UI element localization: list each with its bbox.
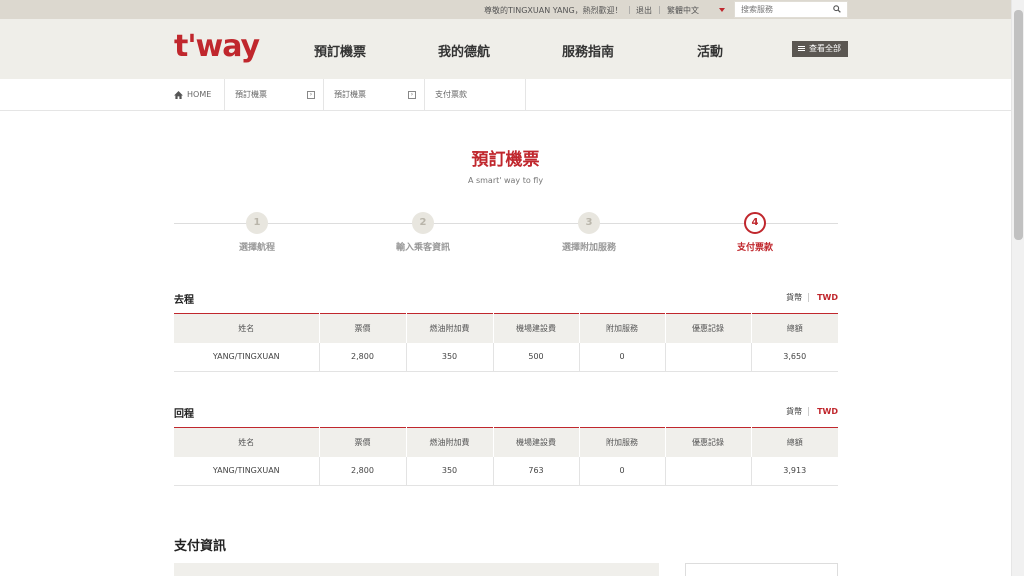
nav-service-guide[interactable]: 服務指南 <box>562 41 614 60</box>
view-all-button[interactable]: 查看全部 <box>792 41 848 57</box>
currency-display: 貨幣 TWD <box>786 406 838 417</box>
cell-name: YANG/TINGXUAN <box>174 456 320 486</box>
currency-display: 貨幣 TWD <box>786 292 838 303</box>
breadcrumb-item[interactable]: 預訂機票 › <box>324 79 425 110</box>
step-label: 選擇航程 <box>238 243 275 253</box>
cell-name: YANG/TINGXUAN <box>174 342 320 372</box>
cell-discount <box>665 456 752 486</box>
breadcrumb-label: 支付票款 <box>435 90 467 99</box>
step-4-active: 4 支付票款 <box>695 212 815 253</box>
return-header: 回程 貨幣 TWD <box>174 405 838 420</box>
currency-code: TWD <box>808 407 838 416</box>
breadcrumb-item-current: 支付票款 <box>425 79 526 110</box>
nav-booking[interactable]: 預訂機票 <box>314 41 366 60</box>
col-total: 總額 <box>751 313 838 343</box>
cell-fuel: 350 <box>406 342 494 372</box>
booking-steps: 1 選擇航程 2 輸入乘客資訊 3 選擇附加服務 4 支付票款 <box>174 212 838 262</box>
search-box <box>734 1 848 18</box>
page-title: 預訂機票 <box>471 150 540 170</box>
page-scrollbar[interactable] <box>1011 0 1024 576</box>
search-icon[interactable] <box>833 5 841 13</box>
return-fare-table: 姓名 票價 燃油附加費 機場建設費 附加服務 優惠記錄 總額 YANG/TING… <box>174 427 838 486</box>
breadcrumb-label: 預訂機票 <box>334 90 366 99</box>
step-label: 支付票款 <box>736 243 773 253</box>
cell-discount <box>665 342 752 372</box>
col-name: 姓名 <box>174 427 320 457</box>
step-number: 3 <box>578 212 600 234</box>
col-discount: 優惠記錄 <box>665 427 752 457</box>
step-label: 選擇附加服務 <box>561 243 616 253</box>
logout-link[interactable]: 退出 <box>636 5 652 16</box>
breadcrumb-label: 預訂機票 <box>235 90 267 99</box>
cell-fare: 2,800 <box>319 456 407 486</box>
cell-fuel: 350 <box>406 456 494 486</box>
step-3: 3 選擇附加服務 <box>529 212 649 253</box>
col-name: 姓名 <box>174 313 320 343</box>
caret-down-icon[interactable] <box>719 8 725 12</box>
step-1: 1 選擇航程 <box>197 212 317 253</box>
col-airport-tax: 機場建設費 <box>493 313 580 343</box>
col-fare: 票價 <box>319 313 407 343</box>
col-fuel: 燃油附加費 <box>406 313 494 343</box>
cell-fare: 2,800 <box>319 342 407 372</box>
language-select[interactable]: 繁體中文 <box>667 5 699 16</box>
menu-icon <box>798 45 805 52</box>
currency-label: 貨幣 <box>786 293 803 302</box>
table-header-row: 姓名 票價 燃油附加費 機場建設費 附加服務 優惠記錄 總額 <box>174 313 838 343</box>
page: 尊敬的TINGXUAN YANG，熱烈歡迎！ | 退出 | 繁體中文 t'way… <box>0 0 1024 576</box>
nav-events[interactable]: 活動 <box>697 41 723 60</box>
tway-logo[interactable]: t'way <box>174 29 260 64</box>
top-utility-bar: 尊敬的TINGXUAN YANG，熱烈歡迎！ | 退出 | 繁體中文 <box>0 0 1011 19</box>
cell-airport-tax: 763 <box>493 456 580 486</box>
cell-airport-tax: 500 <box>493 342 580 372</box>
step-number: 1 <box>246 212 268 234</box>
breadcrumb-item[interactable]: 預訂機票 › <box>224 79 324 110</box>
table-row: YANG/TINGXUAN 2,800 350 500 0 3,650 <box>174 342 838 372</box>
scrollbar-thumb[interactable] <box>1014 10 1023 240</box>
col-discount: 優惠記錄 <box>665 313 752 343</box>
page-title-block: 預訂機票 A smart' way to fly <box>0 145 1011 185</box>
step-number: 4 <box>744 212 766 234</box>
table-row: YANG/TINGXUAN 2,800 350 763 0 3,913 <box>174 456 838 486</box>
breadcrumb-home[interactable]: HOME <box>174 79 224 110</box>
cell-extras: 0 <box>579 342 666 372</box>
step-label: 輸入乘客資訊 <box>395 243 450 253</box>
step-2: 2 輸入乘客資訊 <box>363 212 483 253</box>
chevron-right-icon[interactable]: › <box>307 91 315 99</box>
currency-code: TWD <box>808 293 838 302</box>
payment-info-panel <box>174 563 659 576</box>
table-header-row: 姓名 票價 燃油附加費 機場建設費 附加服務 優惠記錄 總額 <box>174 427 838 457</box>
currency-label: 貨幣 <box>786 407 803 416</box>
payment-info-title: 支付資訊 <box>174 539 227 554</box>
cell-extras: 0 <box>579 456 666 486</box>
breadcrumb-home-label: HOME <box>187 90 212 99</box>
col-extras: 附加服務 <box>579 427 666 457</box>
page-subtitle: A smart' way to fly <box>467 176 544 185</box>
nav-my-tway[interactable]: 我的德航 <box>438 41 490 60</box>
outbound-header: 去程 貨幣 TWD <box>174 291 838 306</box>
payment-summary-panel <box>685 563 838 576</box>
col-extras: 附加服務 <box>579 313 666 343</box>
home-icon <box>174 90 183 99</box>
greeting-text: 尊敬的TINGXUAN YANG，熱烈歡迎！ <box>484 6 623 15</box>
col-airport-tax: 機場建設費 <box>493 427 580 457</box>
breadcrumb: HOME 預訂機票 › 預訂機票 › 支付票款 <box>0 79 1011 111</box>
col-fare: 票價 <box>319 427 407 457</box>
return-title: 回程 <box>174 409 194 420</box>
cell-total: 3,913 <box>751 456 838 486</box>
cell-total: 3,650 <box>751 342 838 372</box>
search-input[interactable] <box>735 2 825 17</box>
col-fuel: 燃油附加費 <box>406 427 494 457</box>
outbound-fare-table: 姓名 票價 燃油附加費 機場建設費 附加服務 優惠記錄 總額 YANG/TING… <box>174 313 838 372</box>
divider: | <box>658 5 661 14</box>
outbound-title: 去程 <box>174 295 194 306</box>
main-header: t'way 預訂機票 我的德航 服務指南 活動 查看全部 <box>0 19 1011 79</box>
step-number: 2 <box>412 212 434 234</box>
col-total: 總額 <box>751 427 838 457</box>
view-all-label: 查看全部 <box>809 44 841 53</box>
chevron-right-icon[interactable]: › <box>408 91 416 99</box>
divider: | <box>628 5 631 14</box>
